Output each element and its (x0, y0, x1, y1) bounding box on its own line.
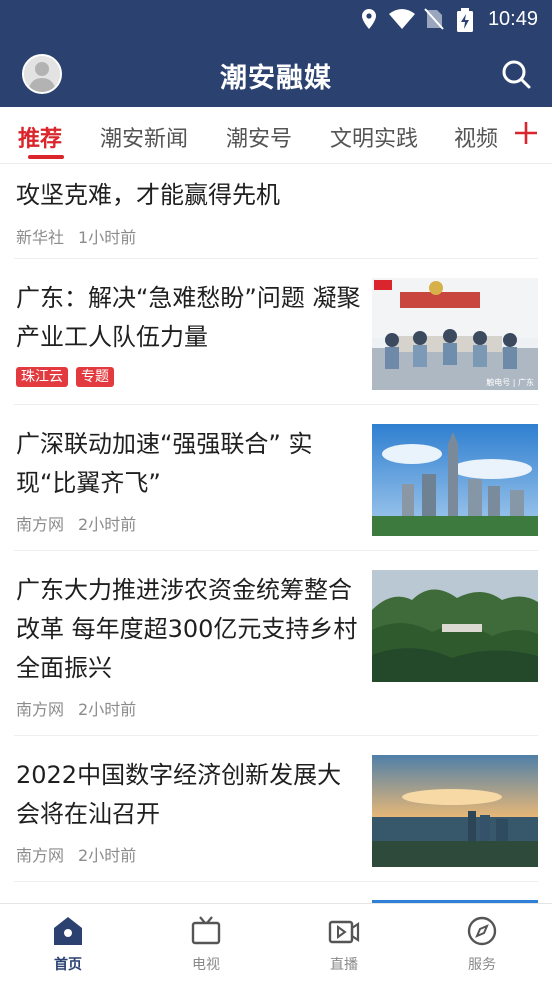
news-title: 广东大力推进涉农资金统筹整合改革 每年度超300亿元支持乡村全面振兴 (16, 576, 358, 682)
tab-civilization-practice[interactable]: 文明实践 (330, 121, 418, 153)
news-source: 南方网 (16, 846, 65, 865)
channel-tabs: 推荐 潮安新闻 潮安号 文明实践 视频 (0, 107, 552, 164)
news-time: 2小时前 (78, 846, 137, 865)
news-item[interactable]: 广深联动加速“强强联合” 实现“比翼齐飞” 南方网 2小时前 (14, 405, 538, 551)
nav-live-label: 直播 (330, 957, 358, 973)
news-item[interactable]: 广东大力推进涉农资金统筹整合改革 每年度超300亿元支持乡村全面振兴 南方网 2小… (14, 551, 538, 736)
news-thumbnail (372, 424, 538, 536)
status-bar: 10:49 (0, 0, 552, 40)
active-tab-indicator (28, 155, 64, 159)
wifi-icon (389, 9, 415, 29)
nav-services[interactable]: 服务 (442, 914, 522, 974)
nav-tv-label: 电视 (192, 957, 220, 973)
nav-services-label: 服务 (468, 957, 496, 973)
home-icon (54, 917, 82, 945)
news-time: 2小时前 (78, 700, 137, 719)
topic-tag: 专题 (76, 367, 114, 387)
tab-chaoan-news[interactable]: 潮安新闻 (100, 121, 188, 153)
location-icon (362, 9, 376, 29)
plus-icon[interactable] (512, 119, 540, 147)
news-tags: 珠江云 专题 (16, 366, 122, 387)
tv-icon (191, 916, 221, 945)
news-meta: 新华社 1小时前 (16, 224, 136, 248)
news-meta: 南方网 2小时前 (16, 842, 136, 866)
news-item[interactable]: 广东：解决“急难愁盼”问题 凝聚产业工人队伍力量 珠江云 专题 触电号 | 广东 (14, 259, 538, 405)
compass-icon (467, 916, 497, 946)
tab-chaoan-hao[interactable]: 潮安号 (226, 121, 292, 153)
news-title: 2022中国数字经济创新发展大会将在汕召开 (16, 761, 342, 828)
battery-charging-icon (457, 8, 473, 32)
tab-video[interactable]: 视频 (454, 121, 498, 153)
news-source: 南方网 (16, 515, 65, 534)
news-time: 1小时前 (78, 228, 137, 247)
nav-tv[interactable]: 电视 (166, 914, 246, 974)
no-sim-icon (424, 8, 444, 30)
app-title: 潮安融媒 (220, 63, 332, 94)
news-source: 新华社 (16, 228, 65, 247)
news-title: 攻坚克难，才能赢得先机 (16, 181, 280, 209)
news-time: 2小时前 (78, 515, 137, 534)
tab-recommend[interactable]: 推荐 (18, 121, 62, 153)
nav-live[interactable]: 直播 (304, 914, 384, 974)
bottom-nav: 首页 电视 直播 服务 (0, 903, 552, 981)
search-icon[interactable] (500, 58, 532, 90)
app-header: 10:49 潮安融媒 (0, 0, 552, 107)
news-thumbnail (372, 755, 538, 867)
news-thumbnail: 触电号 | 广东 (372, 278, 538, 390)
source-tag: 珠江云 (16, 367, 68, 387)
news-item[interactable]: 2022中国数字经济创新发展大会将在汕召开 南方网 2小时前 (14, 736, 538, 882)
nav-home-label: 首页 (54, 957, 82, 973)
news-thumbnail (372, 570, 538, 682)
news-meta: 南方网 2小时前 (16, 696, 136, 720)
live-video-icon (328, 920, 360, 944)
news-meta: 南方网 2小时前 (16, 511, 136, 535)
news-source: 南方网 (16, 700, 65, 719)
nav-home[interactable]: 首页 (28, 914, 108, 974)
news-title: 广深联动加速“强强联合” 实现“比翼齐飞” (16, 430, 313, 497)
news-title: 广东：解决“急难愁盼”问题 凝聚产业工人队伍力量 (16, 284, 361, 351)
image-caption: 触电号 | 广东 (486, 378, 534, 387)
news-item[interactable]: 攻坚克难，才能赢得先机 新华社 1小时前 (14, 164, 538, 259)
status-time: 10:49 (487, 8, 538, 30)
